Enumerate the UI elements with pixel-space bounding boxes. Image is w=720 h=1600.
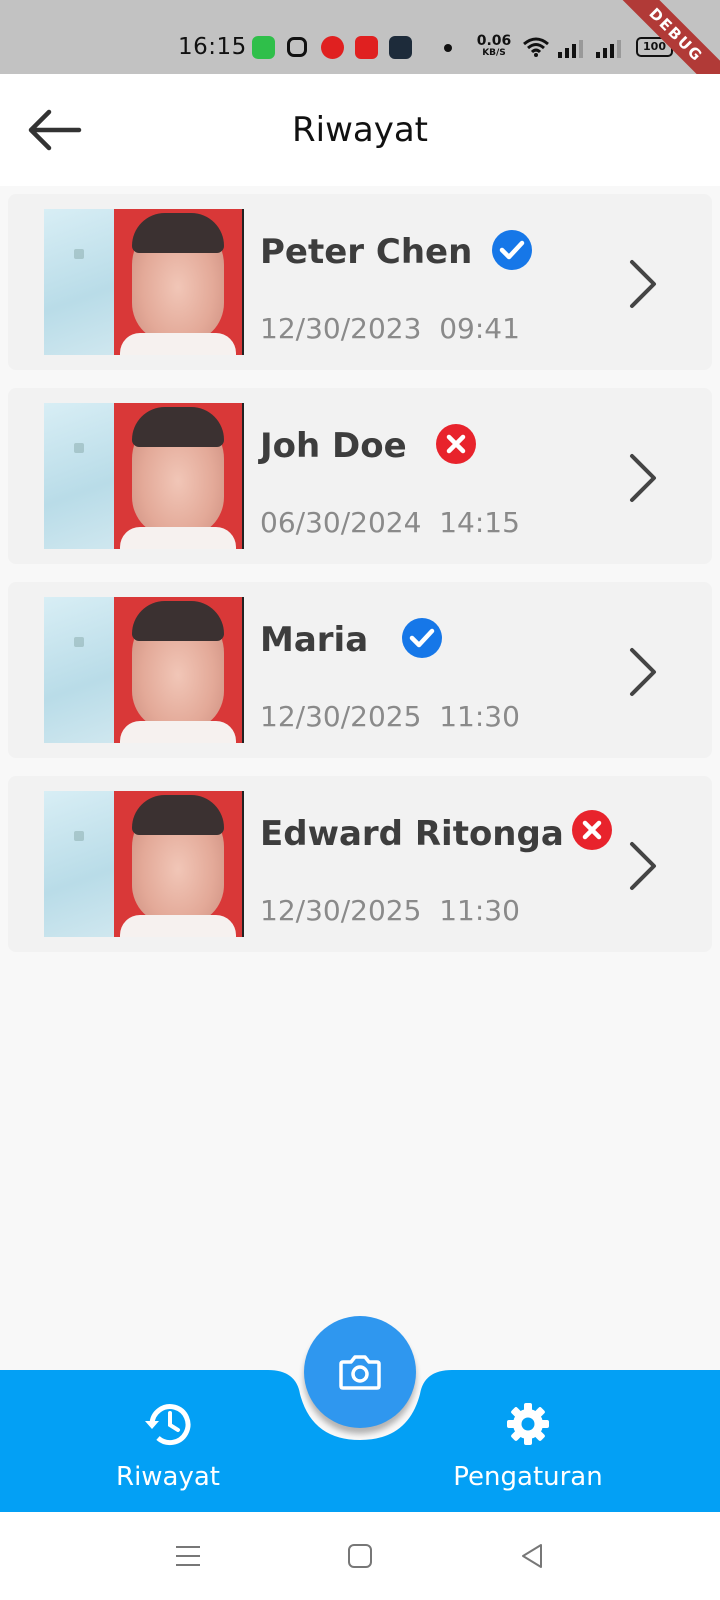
app-notification-icon <box>252 36 275 59</box>
nav-history[interactable]: Riwayat <box>58 1398 278 1492</box>
rejected-x-icon <box>572 810 612 850</box>
chevron-right-icon[interactable] <box>622 644 662 700</box>
id-card-thumbnail <box>44 791 244 937</box>
timestamp: 12/30/2025 11:30 <box>260 700 520 733</box>
timestamp: 12/30/2025 11:30 <box>260 894 520 927</box>
rejected-x-icon <box>436 424 476 464</box>
status-bar: 16:15 0.06 KB/S 100 DEBUG <box>0 0 720 108</box>
network-speed: 0.06 KB/S <box>476 33 512 58</box>
app-bar: Riwayat <box>0 74 720 186</box>
id-card-thumbnail <box>44 403 244 549</box>
history-icon <box>145 1404 191 1446</box>
history-item[interactable]: Maria 12/30/2025 11:30 <box>8 582 712 758</box>
id-card-thumbnail <box>44 209 244 355</box>
history-item[interactable]: Peter Chen 12/30/2023 09:41 <box>8 194 712 370</box>
app-notification-icon <box>355 36 378 59</box>
person-name: Peter Chen <box>260 232 473 272</box>
chevron-right-icon[interactable] <box>622 450 662 506</box>
home-button[interactable] <box>338 1534 382 1578</box>
history-list: Peter Chen 12/30/2023 09:41 Joh Doe 06/3… <box>8 194 712 970</box>
signal-icon <box>596 40 621 58</box>
nav-settings-label: Pengaturan <box>453 1462 603 1492</box>
person-name: Joh Doe <box>260 426 407 466</box>
history-item[interactable]: Joh Doe 06/30/2024 14:15 <box>8 388 712 564</box>
chevron-right-icon[interactable] <box>622 256 662 312</box>
verified-check-icon <box>402 618 442 658</box>
signal-icon <box>558 40 583 58</box>
app-notification-icon <box>321 36 344 59</box>
status-time: 16:15 <box>178 34 247 60</box>
nav-settings[interactable]: Pengaturan <box>418 1398 638 1492</box>
history-item[interactable]: Edward Ritonga 12/30/2025 11:30 <box>8 776 712 952</box>
recent-apps-button[interactable] <box>166 1534 210 1578</box>
timestamp: 12/30/2023 09:41 <box>260 312 520 345</box>
gear-icon <box>507 1403 549 1445</box>
person-name: Edward Ritonga <box>260 814 564 854</box>
camera-icon <box>339 1355 381 1390</box>
camera-button[interactable] <box>304 1316 416 1428</box>
menu-icon <box>176 1546 200 1566</box>
nav-history-label: Riwayat <box>116 1462 220 1492</box>
system-navigation-bar <box>0 1512 720 1600</box>
square-icon <box>348 1544 372 1568</box>
id-card-thumbnail <box>44 597 244 743</box>
app-notification-icon <box>389 36 412 59</box>
triangle-back-icon <box>522 1544 542 1568</box>
back-nav-button[interactable] <box>510 1534 554 1578</box>
chevron-right-icon[interactable] <box>622 838 662 894</box>
page-title: Riwayat <box>292 110 428 150</box>
timestamp: 06/30/2024 14:15 <box>260 506 520 539</box>
notification-dot-icon <box>444 44 452 52</box>
wifi-icon <box>523 37 549 57</box>
verified-check-icon <box>492 230 532 270</box>
person-name: Maria <box>260 620 369 660</box>
instagram-icon <box>287 37 307 57</box>
